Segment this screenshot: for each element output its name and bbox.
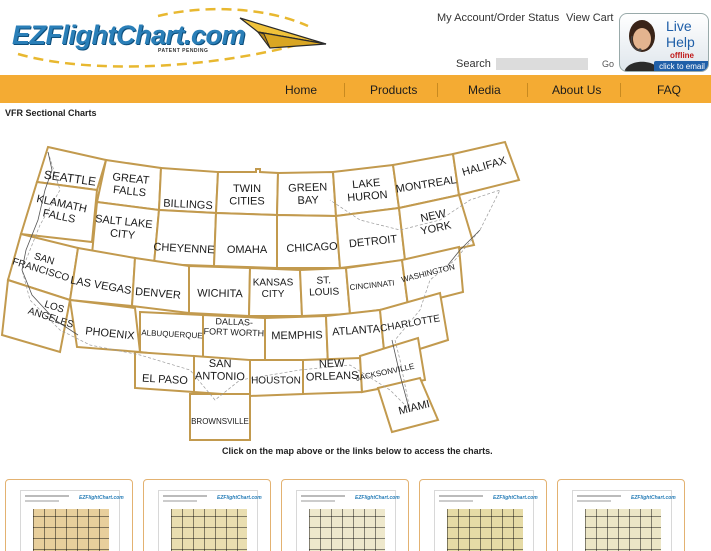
account-link[interactable]: My Account/Order Status — [437, 12, 559, 24]
nav-faq[interactable]: FAQ — [657, 83, 681, 97]
map-label-line: NEW — [319, 358, 346, 371]
us-sectional-map: SEATTLE GREATFALLSBILLINGSTWIN CITIESGREEN… — [0, 140, 521, 441]
chart-thumbnail: EZFlightChart.com — [296, 490, 400, 551]
page-title: VFR Sectional Charts — [5, 108, 97, 118]
live-help-title: Live — [666, 18, 692, 34]
chart-grid-preview — [585, 509, 661, 551]
live-help-widget[interactable]: Live Help offline click to email — [619, 13, 709, 72]
chart-thumbnail: EZFlightChart.com — [20, 490, 124, 551]
map-label-line: BROWNSVILLE — [191, 417, 249, 426]
map-label-line: OMAHA — [227, 244, 268, 256]
live-help-title-2: Help — [666, 34, 695, 50]
chart-grid-preview — [309, 509, 385, 551]
map-label-twin-cities: TWIN CITIES — [229, 183, 264, 208]
chart-card[interactable]: EZFlightChart.com — [557, 479, 685, 551]
chart-card[interactable]: EZFlightChart.com — [143, 479, 271, 551]
logo-wordmark: EZFlightChart.com — [12, 20, 246, 50]
logo-tagline: PATENT PENDING — [158, 48, 209, 54]
chart-grid-preview — [171, 509, 247, 551]
map-label-line: MEMPHIS — [271, 329, 323, 342]
chart-grid-preview — [447, 509, 523, 551]
map-label-houston: HOUSTON — [251, 376, 301, 387]
map-label-line: GREEN — [288, 181, 328, 194]
map-label-brownsville: BROWNSVILLE — [191, 417, 249, 426]
map-label-line: EL PASO — [142, 373, 189, 387]
view-cart-link[interactable]: View Cart — [566, 12, 613, 24]
thumbnail-brand: EZFlightChart.com — [355, 495, 400, 501]
map-region-omaha[interactable] — [212, 211, 278, 270]
map-label-line: BAY — [297, 194, 319, 207]
site-logo[interactable]: EZFlightChart.com PATENT PENDING — [8, 4, 338, 70]
thumbnail-brand: EZFlightChart.com — [217, 495, 262, 501]
sectional-chart-map: SEATTLE GREATFALLS BILLINGS TWIN CITIES GREEN… — [0, 130, 560, 445]
thumbnail-brand: EZFlightChart.com — [493, 495, 538, 501]
map-label-line: KANSAS — [253, 278, 294, 289]
live-help-email-button[interactable]: click to email — [654, 61, 708, 71]
map-label-line: WICHITA — [197, 287, 243, 300]
map-label-memphis: MEMPHIS — [271, 329, 323, 342]
nav-home[interactable]: Home — [285, 83, 317, 97]
thumbnail-brand: EZFlightChart.com — [79, 495, 124, 501]
map-label-omaha: OMAHA — [227, 244, 268, 256]
nav-products[interactable]: Products — [370, 83, 417, 97]
map-label-line: LOUIS — [309, 286, 340, 298]
chart-card[interactable]: EZFlightChart.com — [281, 479, 409, 551]
map-label-line: TWIN — [233, 183, 261, 195]
nav-divider — [527, 83, 528, 97]
chart-thumbnail: EZFlightChart.com — [158, 490, 262, 551]
nav-divider — [344, 83, 345, 97]
map-label-line: FORT WORTH — [203, 326, 264, 338]
search-label: Search — [456, 58, 491, 70]
map-label-el-paso: EL PASO — [142, 373, 189, 387]
chart-thumbnail: EZFlightChart.com — [434, 490, 538, 551]
map-label-line: CITIES — [229, 196, 264, 208]
map-label-wichita: WICHITA — [197, 287, 243, 300]
map-label-great-falls: GREATFALLS — [110, 171, 150, 199]
chart-card[interactable]: EZFlightChart.com — [419, 479, 547, 551]
map-label-line: CITY — [262, 289, 285, 300]
nav-about-us[interactable]: About Us — [552, 83, 601, 97]
search-input[interactable] — [496, 58, 588, 70]
map-region-phoenix[interactable] — [68, 298, 142, 354]
thumbnail-brand: EZFlightChart.com — [631, 495, 676, 501]
map-label-line: SAN — [209, 358, 232, 370]
nav-divider — [437, 83, 438, 97]
site-header: EZFlightChart.com PATENT PENDING My Acco… — [0, 0, 711, 75]
nav-media[interactable]: Media — [468, 83, 501, 97]
search-go-button[interactable]: Go — [602, 59, 614, 69]
live-help-status: offline — [670, 51, 694, 60]
map-label-line: ANTONIO — [195, 370, 246, 383]
map-label-line: HOUSTON — [251, 376, 301, 387]
chart-grid-preview — [33, 509, 109, 551]
map-region-cheyenne[interactable] — [152, 208, 218, 268]
chart-thumbnail: EZFlightChart.com — [572, 490, 676, 551]
nav-divider — [620, 83, 621, 97]
map-label-line: ORLEANS — [306, 370, 359, 384]
chart-card[interactable]: EZFlightChart.com — [5, 479, 133, 551]
main-nav: Home Products Media About Us FAQ — [0, 75, 711, 103]
map-label-line: ST. — [316, 275, 331, 286]
map-instructions: Click on the map above or the links belo… — [222, 446, 493, 456]
